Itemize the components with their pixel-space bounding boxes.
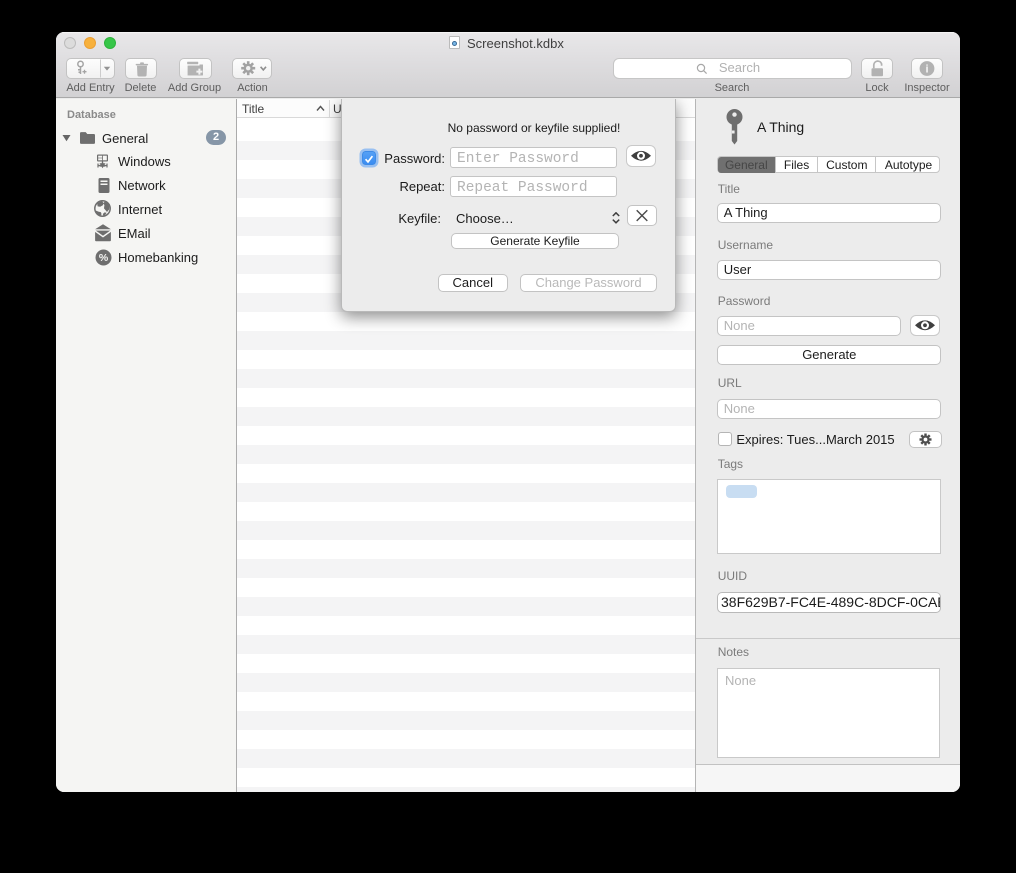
svg-text:%: % [99, 252, 109, 264]
svg-text:i: i [925, 63, 928, 75]
